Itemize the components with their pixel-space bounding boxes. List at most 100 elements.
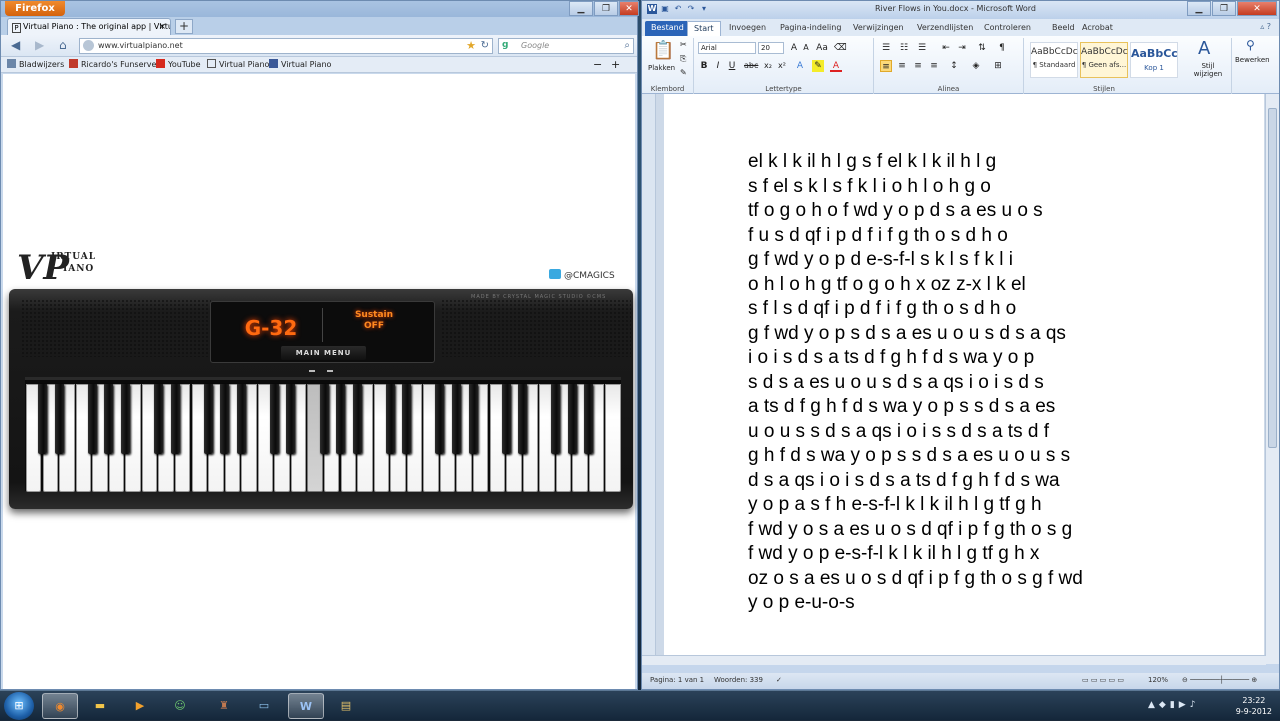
document-line[interactable]: s d s a es u o u s d s a qs i o i s d s xyxy=(748,371,1218,396)
horizontal-scrollbar[interactable] xyxy=(642,655,1266,665)
reload-icon[interactable]: ↻ xyxy=(481,39,489,53)
black-key[interactable] xyxy=(501,384,511,454)
black-key[interactable] xyxy=(87,384,97,454)
line-spacing-icon[interactable]: ↕ xyxy=(948,60,960,72)
screen-icon[interactable]: ▭ xyxy=(246,693,282,719)
save-icon[interactable]: ▣ xyxy=(660,4,670,14)
black-key[interactable] xyxy=(220,384,230,454)
bookmark-item[interactable]: Ricardo's Funserver xyxy=(69,57,160,72)
tab-pagina-indeling[interactable]: Pagina-indeling xyxy=(780,21,841,36)
vertical-scrollbar[interactable] xyxy=(1265,94,1279,664)
word-count[interactable]: Woorden: 339 xyxy=(714,673,763,688)
search-box[interactable]: g Google ⌕ xyxy=(498,38,634,54)
change-styles-button[interactable]: A Stijl wijzigen xyxy=(1184,38,1232,94)
octave-up-control[interactable] xyxy=(327,370,333,372)
editing-button[interactable]: ⚲ Bewerken xyxy=(1232,38,1276,94)
site-identity-icon[interactable] xyxy=(83,40,94,51)
back-icon[interactable]: ◀ xyxy=(11,38,20,52)
shading-icon[interactable]: ◈ xyxy=(970,60,982,72)
document-line[interactable]: y o p a s f h e-s-f-l k l k il h l g tf … xyxy=(748,493,1218,518)
superscript-icon[interactable]: x² xyxy=(776,60,788,72)
document-line[interactable]: s f el s k l s f k l i o h l o h g o xyxy=(748,175,1218,200)
black-key[interactable] xyxy=(402,384,412,454)
increase-indent-icon[interactable]: ⇥ xyxy=(956,42,968,54)
document-line[interactable]: s f l s d qf i p d f i f g th o s d h o xyxy=(748,297,1218,322)
document-line[interactable]: oz o s a es u o s d qf i p f g th o s g … xyxy=(748,567,1218,592)
document-line[interactable]: g f wd y o p d e-s-f-l s k l s f k l i xyxy=(748,248,1218,273)
tab-virtual-piano[interactable]: P Virtual Piano : The original app | Virt… xyxy=(7,18,171,35)
strikethrough-icon[interactable]: abc xyxy=(744,60,758,72)
change-case-icon[interactable]: Aa xyxy=(816,42,828,54)
highlight-icon[interactable]: ✎ xyxy=(812,60,824,72)
view-buttons[interactable]: ▭ ▭ ▭ ▭ ▭ xyxy=(1082,673,1124,688)
forward-icon[interactable]: ▶ xyxy=(35,38,44,52)
new-tab-button[interactable]: + xyxy=(175,19,193,34)
bookmark-star-icon[interactable]: ★ xyxy=(466,39,476,53)
bold-icon[interactable]: B xyxy=(698,60,710,72)
game-icon[interactable]: ♜ xyxy=(206,693,242,719)
black-key[interactable] xyxy=(468,384,478,454)
page-count[interactable]: Pagina: 1 van 1 xyxy=(650,673,704,688)
tab-start[interactable]: Start xyxy=(687,21,721,36)
tab-bestand[interactable]: Bestand xyxy=(645,21,690,36)
black-key[interactable] xyxy=(319,384,329,454)
font-color-icon[interactable]: A xyxy=(830,60,842,72)
search-icon[interactable]: ⌕ xyxy=(624,39,630,53)
close-icon[interactable]: ✕ xyxy=(619,1,639,16)
show-marks-icon[interactable]: ¶ xyxy=(996,42,1008,54)
media-player-icon[interactable]: ▶ xyxy=(122,693,158,719)
bookmark-item[interactable]: YouTube xyxy=(156,57,201,72)
black-key[interactable] xyxy=(435,384,445,454)
subscript-icon[interactable]: x₂ xyxy=(762,60,774,72)
bullets-icon[interactable]: ☰ xyxy=(880,42,892,54)
tab-beeld[interactable]: Beeld xyxy=(1052,21,1075,36)
start-button[interactable]: ⊞ xyxy=(4,692,34,720)
black-key[interactable] xyxy=(352,384,362,454)
minimize-icon[interactable]: ▁ xyxy=(1187,1,1211,16)
document-line[interactable]: f wd y o s a es u o s d qf i p f g th o … xyxy=(748,518,1218,543)
black-key[interactable] xyxy=(518,384,528,454)
home-icon[interactable]: ⌂ xyxy=(59,38,67,52)
ribbon-minimize-help-icons[interactable]: ▵ ? xyxy=(1260,22,1271,31)
multilevel-list-icon[interactable]: ☰ xyxy=(916,42,928,54)
zoom-level[interactable]: 120% xyxy=(1148,673,1168,688)
align-left-icon[interactable]: ≡ xyxy=(880,60,892,72)
document-text[interactable]: el k l k il h l g s f el k l k il h l gs… xyxy=(748,150,1218,616)
text-effects-icon[interactable]: A xyxy=(794,60,806,72)
tab-close-icon[interactable]: × xyxy=(158,19,166,35)
document-line[interactable]: y o p e-u-o-s xyxy=(748,591,1218,616)
undo-icon[interactable]: ↶ xyxy=(673,4,683,14)
tab-invoegen[interactable]: Invoegen xyxy=(729,21,766,36)
sort-icon[interactable]: ⇅ xyxy=(976,42,988,54)
octave-down-control[interactable] xyxy=(309,370,315,372)
cut-icon[interactable]: ✂ xyxy=(680,40,687,49)
style-geen-afstand[interactable]: AaBbCcDc ¶ Geen afs... xyxy=(1080,42,1128,78)
black-key[interactable] xyxy=(54,384,64,454)
document-line[interactable]: f u s d qf i p d f i f g th o s d h o xyxy=(748,224,1218,249)
recorder-icon[interactable]: ▤ xyxy=(328,693,364,719)
document-line[interactable]: f wd y o p e-s-f-l k l k il h l g tf g h… xyxy=(748,542,1218,567)
maximize-icon[interactable]: ❐ xyxy=(1212,1,1236,16)
borders-icon[interactable]: ⊞ xyxy=(992,60,1004,72)
twitter-link[interactable]: @CMAGICS xyxy=(549,269,615,281)
scrollbar-thumb[interactable] xyxy=(1268,108,1277,448)
paste-label[interactable]: Plakken xyxy=(648,64,675,72)
firefox-menu-button[interactable]: Firefox xyxy=(5,1,65,16)
minimize-icon[interactable]: ▁ xyxy=(569,1,593,16)
main-menu-button[interactable]: MAIN MENU xyxy=(281,346,366,360)
clock[interactable]: 23:22 9-9-2012 xyxy=(1236,695,1272,717)
word-icon[interactable]: W xyxy=(288,693,324,719)
document-line[interactable]: g f wd y o p s d s a es u o u s d s a qs xyxy=(748,322,1218,347)
bookmark-item[interactable]: Virtual Piano xyxy=(207,57,269,72)
black-key[interactable] xyxy=(551,384,561,454)
tab-controleren[interactable]: Controleren xyxy=(984,21,1031,36)
underline-icon[interactable]: U xyxy=(726,60,738,72)
black-key[interactable] xyxy=(336,384,346,454)
decrease-indent-icon[interactable]: ⇤ xyxy=(940,42,952,54)
align-center-icon[interactable]: ≡ xyxy=(896,60,908,72)
clear-format-icon[interactable]: ⌫ xyxy=(834,42,847,54)
style-standaard[interactable]: AaBbCcDc ¶ Standaard xyxy=(1030,42,1078,78)
tab-acrobat[interactable]: Acrobat xyxy=(1082,21,1113,36)
maximize-icon[interactable]: ❐ xyxy=(594,1,618,16)
document-line[interactable]: a ts d f g h f d s wa y o p s s d s a es xyxy=(748,395,1218,420)
